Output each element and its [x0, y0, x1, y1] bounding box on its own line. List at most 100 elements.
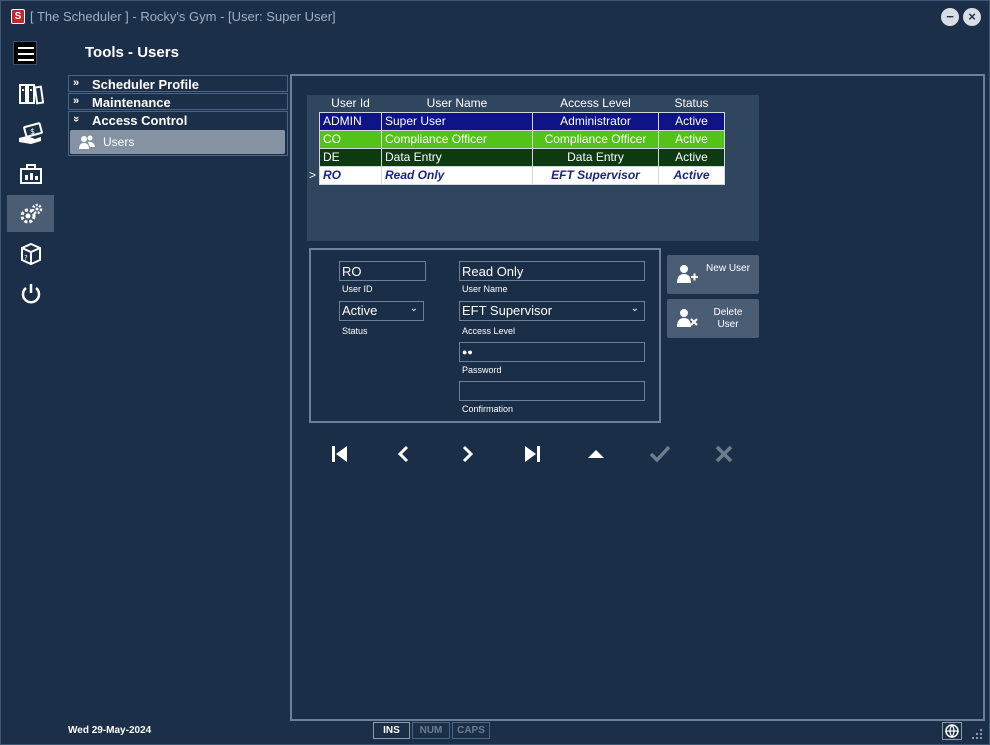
first-record-icon [332, 446, 347, 462]
delete-user-label: Delete User [713, 307, 743, 330]
sidebar-reports-button[interactable] [7, 155, 54, 192]
new-user-button[interactable]: New User [667, 255, 759, 294]
table-row[interactable]: DE Data Entry Data Entry Active [319, 147, 725, 167]
next-record-button[interactable] [454, 441, 480, 467]
table-row[interactable]: ADMIN Super User Administrator Active [319, 111, 725, 131]
sidebar-power-button[interactable] [7, 275, 54, 312]
cell-status: Active [658, 111, 725, 131]
cell-access-level: Compliance Officer [532, 129, 659, 149]
prior-record-button[interactable] [391, 441, 417, 467]
cell-user-id: DE [319, 147, 382, 167]
first-record-button[interactable] [327, 441, 353, 467]
cell-access-level: Administrator [532, 111, 659, 131]
tree-item-label: Access Control [92, 113, 188, 128]
binders-icon [18, 83, 44, 104]
resize-grip-icon[interactable] [969, 726, 983, 740]
delete-user-button[interactable]: Delete User [667, 299, 759, 338]
users-icon [79, 135, 95, 149]
status-select-value: Active [342, 303, 378, 318]
status-label: Status [342, 326, 368, 336]
expand-chevron-icon: » [73, 77, 80, 89]
chevron-down-icon: ⌄ [409, 303, 418, 314]
last-record-icon [525, 446, 540, 462]
user-id-label: User ID [342, 284, 373, 294]
confirmation-field[interactable] [459, 381, 645, 401]
globe-icon [945, 724, 959, 738]
sidebar-payments-button[interactable]: $ [7, 115, 54, 152]
cell-status: Active [658, 129, 725, 149]
edit-record-button[interactable] [583, 441, 609, 467]
access-level-select[interactable]: EFT Supervisor ⌄ [459, 301, 645, 321]
power-icon [21, 283, 40, 303]
app-logo-icon: S [11, 9, 25, 24]
status-select[interactable]: Active ⌄ [339, 301, 424, 321]
title-bar: S [ The Scheduler ] - Rocky's Gym - [Use… [1, 1, 989, 31]
user-id-field[interactable] [339, 261, 426, 281]
cell-user-id: RO [319, 165, 382, 185]
page-title: Tools - Users [85, 44, 179, 61]
tree-item-maintenance[interactable]: » Maintenance [68, 93, 288, 110]
close-button[interactable]: × [963, 8, 981, 26]
confirmation-label: Confirmation [462, 404, 514, 414]
cell-status: Active [658, 165, 725, 185]
column-header-access-level[interactable]: Access Level [532, 95, 659, 112]
num-indicator: NUM [412, 722, 450, 739]
collapse-chevron-icon: » [70, 115, 83, 123]
checkmark-icon [649, 445, 671, 463]
column-header-status[interactable]: Status [658, 95, 725, 112]
sidebar-binders-button[interactable] [7, 75, 54, 112]
briefcase-chart-icon [19, 163, 42, 184]
svg-text:$: $ [30, 127, 35, 136]
chevron-right-icon [462, 445, 474, 463]
globe-button[interactable] [942, 722, 962, 740]
cell-access-level: Data Entry [532, 147, 659, 167]
tree-subitem-users[interactable]: Users [70, 130, 285, 154]
tree-subitem-label: Users [103, 135, 135, 149]
column-header-user-name[interactable]: User Name [381, 95, 533, 112]
chevron-down-icon: ⌄ [630, 303, 639, 314]
column-header-user-id[interactable]: User Id [319, 95, 382, 112]
cell-user-id: ADMIN [319, 111, 382, 131]
chevron-left-icon [397, 445, 409, 463]
delete-user-icon [677, 309, 698, 327]
access-level-label: Access Level [462, 326, 516, 336]
table-row-selected[interactable]: RO Read Only EFT Supervisor Active [319, 165, 725, 185]
cell-user-id: CO [319, 129, 382, 149]
password-label: Password [462, 365, 502, 375]
tree-item-label: Scheduler Profile [92, 77, 199, 92]
app-window: S [ The Scheduler ] - Rocky's Gym - [Use… [0, 0, 990, 745]
cell-access-level: EFT Supervisor [532, 165, 659, 185]
package-icon: ? [20, 242, 41, 265]
access-level-select-value: EFT Supervisor [462, 303, 553, 318]
money-hand-icon: $ [18, 121, 43, 144]
table-row[interactable]: CO Compliance Officer Compliance Officer… [319, 129, 725, 149]
current-row-indicator-icon: > [309, 168, 317, 182]
tree-item-scheduler-profile[interactable]: » Scheduler Profile [68, 75, 288, 92]
tree-item-label: Maintenance [92, 95, 171, 110]
cell-status: Active [658, 147, 725, 167]
cell-user-name: Super User [381, 111, 533, 131]
triangle-up-icon [588, 450, 604, 458]
user-name-field[interactable] [459, 261, 645, 281]
post-record-button[interactable] [647, 441, 673, 467]
minimize-button[interactable]: − [941, 8, 959, 26]
status-date: Wed 29-May-2024 [68, 725, 152, 736]
expand-chevron-icon: » [73, 95, 80, 107]
add-user-icon [677, 265, 698, 283]
new-user-label: New User [706, 263, 750, 274]
cell-user-name: Compliance Officer [381, 129, 533, 149]
user-name-label: User Name [462, 284, 508, 294]
cell-user-name: Read Only [381, 165, 533, 185]
sidebar-tools-button[interactable] [7, 195, 54, 232]
sidebar-package-button[interactable]: ? [7, 235, 54, 272]
cancel-record-button[interactable] [711, 441, 737, 467]
window-title: [ The Scheduler ] - Rocky's Gym - [User:… [30, 9, 336, 24]
gears-icon [20, 203, 42, 223]
close-icon [715, 445, 733, 463]
caps-indicator: CAPS [452, 722, 490, 739]
hamburger-menu-button[interactable] [13, 41, 37, 65]
password-field[interactable]: ●● [459, 342, 645, 362]
last-record-button[interactable] [519, 441, 545, 467]
svg-text:?: ? [24, 254, 28, 262]
ins-indicator: INS [373, 722, 410, 739]
